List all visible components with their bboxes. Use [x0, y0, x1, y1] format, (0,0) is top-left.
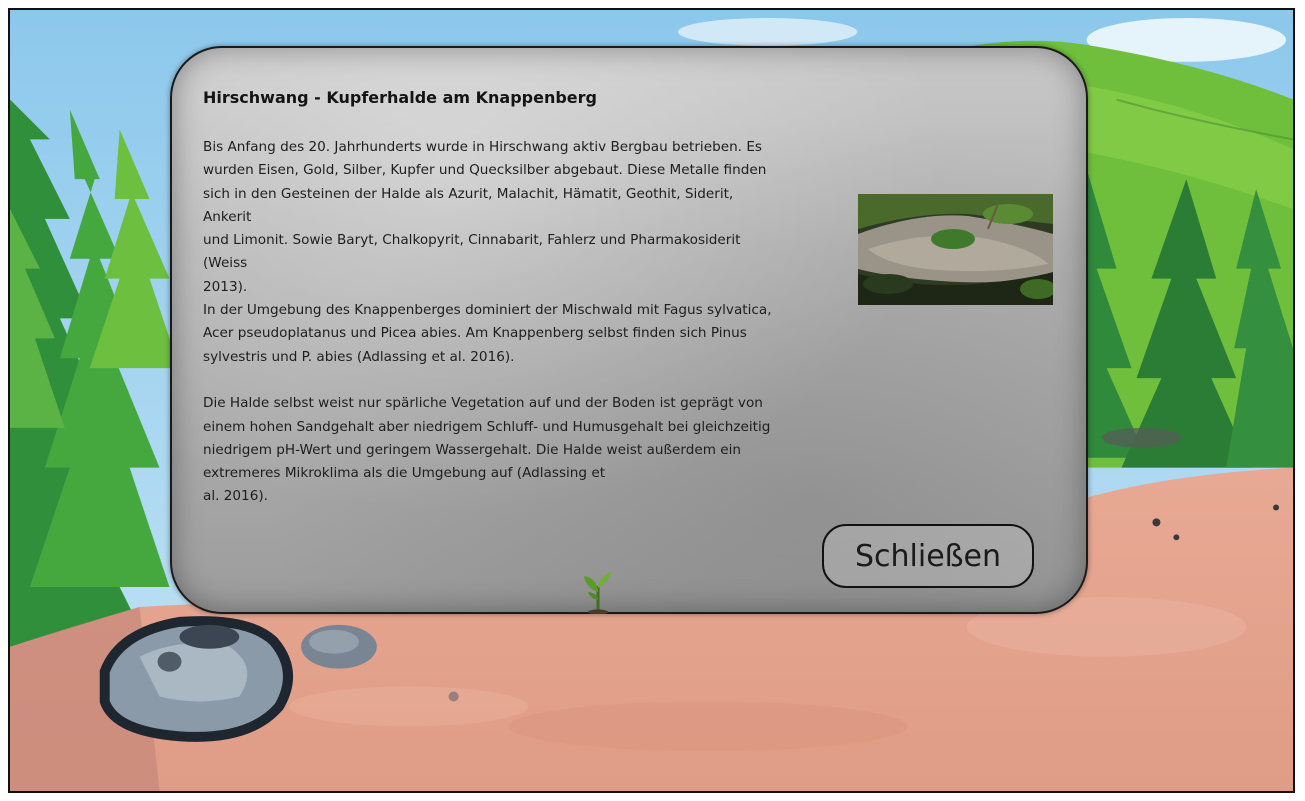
dialog-body: Bis Anfang des 20. Jahrhunderts wurde in… — [203, 136, 893, 509]
body-line: sylvestris und P. abies (Adlassing et al… — [203, 348, 515, 365]
body-line: Die Halde selbst weist nur spärliche Veg… — [203, 395, 763, 412]
body-line: 2013). — [203, 278, 248, 295]
body-line: und Limonit. Sowie Baryt, Chalkopyrit, C… — [203, 232, 741, 249]
game-frame: Hirschwang - Kupferhalde am Knappenberg … — [8, 8, 1295, 793]
close-button[interactable]: Schließen — [822, 524, 1034, 588]
site-photo — [858, 194, 1053, 305]
body-line: Ankerit — [203, 208, 252, 225]
sprout-icon — [584, 572, 612, 614]
body-line: sich in den Gesteinen der Halde als Azur… — [203, 185, 734, 202]
body-line: extremeres Mikroklima als die Umgebung a… — [203, 465, 606, 482]
body-line: al. 2016). — [203, 488, 268, 505]
body-line: (Weiss — [203, 255, 248, 272]
body-line: Bis Anfang des 20. Jahrhunderts wurde in… — [203, 139, 762, 155]
body-line: Acer pseudoplatanus und Picea abies. Am … — [203, 325, 747, 342]
body-line: In der Umgebung des Knappenberges domini… — [203, 302, 772, 319]
info-dialog: Hirschwang - Kupferhalde am Knappenberg … — [170, 46, 1088, 614]
body-line: wurden Eisen, Gold, Silber, Kupfer und Q… — [203, 162, 767, 179]
dialog-title: Hirschwang - Kupferhalde am Knappenberg — [203, 88, 597, 107]
body-line: einem hohen Sandgehalt aber niedrigem Sc… — [203, 418, 771, 435]
body-line: niedrigem pH-Wert und geringem Wassergeh… — [203, 441, 742, 458]
